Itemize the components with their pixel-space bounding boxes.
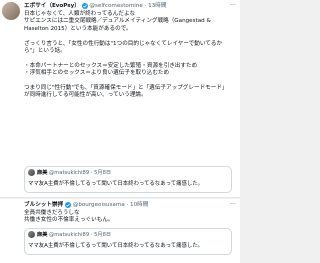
quoted-user-handle: @matsukichi89 (49, 232, 90, 238)
post-time[interactable]: 10時間 (130, 202, 148, 208)
user-avatar[interactable] (2, 2, 20, 20)
quoted-user-avatar (28, 169, 35, 176)
more-options-icon[interactable]: ··· (228, 201, 238, 209)
post-time[interactable]: 13時間 (148, 3, 166, 9)
quoted-display-name: 麻美 (37, 232, 48, 238)
more-options-icon[interactable]: ··· (228, 2, 238, 10)
user-handle[interactable]: @bourgeoisusama (73, 202, 125, 208)
quoted-user-handle: @matsukichi89 (49, 170, 90, 176)
post-header: エボサイ（EvoPsy） @selfcomestomine · 13時間 (24, 2, 226, 11)
quoted-post-text: ママ友A主費が不倫してるって聞いて日本終わってるなあって痛感した。 (28, 243, 204, 249)
quoted-post[interactable]: 麻美 @matsukichi89 · 5月8日 ママ友A主費が不倫してるって聞い… (24, 166, 232, 193)
post-body: 全員共働きだろうしな 共働き女性の不倫率えっぐいもん。 (24, 210, 114, 224)
separator-dot: · (126, 202, 129, 208)
quoted-post-text: ママ友A主費が不倫してるって聞いて日本終わってるなあって痛感した。 (28, 181, 204, 187)
post-header: ブルシット崇拝 @bourgeoisusama · 10時間 (24, 201, 226, 210)
verified-badge-icon (81, 2, 88, 9)
separator-dot: · (144, 3, 147, 9)
user-handle[interactable]: @selfcomestomine (89, 3, 142, 9)
display-name[interactable]: エボサイ（EvoPsy） (24, 3, 80, 9)
separator-dot: · (90, 170, 93, 176)
quoted-user-avatar (28, 231, 35, 238)
quoted-post[interactable]: 麻美 @matsukichi89 · 5月8日 ママ友A主費が不倫してるって聞い… (24, 228, 232, 255)
quoted-post-date: 5月8日 (94, 232, 112, 238)
quoted-post-header: 麻美 @matsukichi89 · 5月8日 (28, 169, 228, 178)
verified-badge-icon (64, 201, 71, 208)
quoted-post-date: 5月8日 (94, 170, 112, 176)
post-body: 日本じゃなくて、人類が終わってるんだよな サピエンスには二重交尾戦略／デュアルメ… (24, 11, 228, 99)
quoted-post-header: 麻美 @matsukichi89 · 5月8日 (28, 231, 228, 240)
display-name[interactable]: ブルシット崇拝 (24, 202, 63, 208)
quoted-display-name: 麻美 (37, 170, 48, 176)
separator-dot: · (90, 232, 93, 238)
post-1[interactable]: エボサイ（EvoPsy） @selfcomestomine · 13時間 ···… (0, 0, 240, 198)
